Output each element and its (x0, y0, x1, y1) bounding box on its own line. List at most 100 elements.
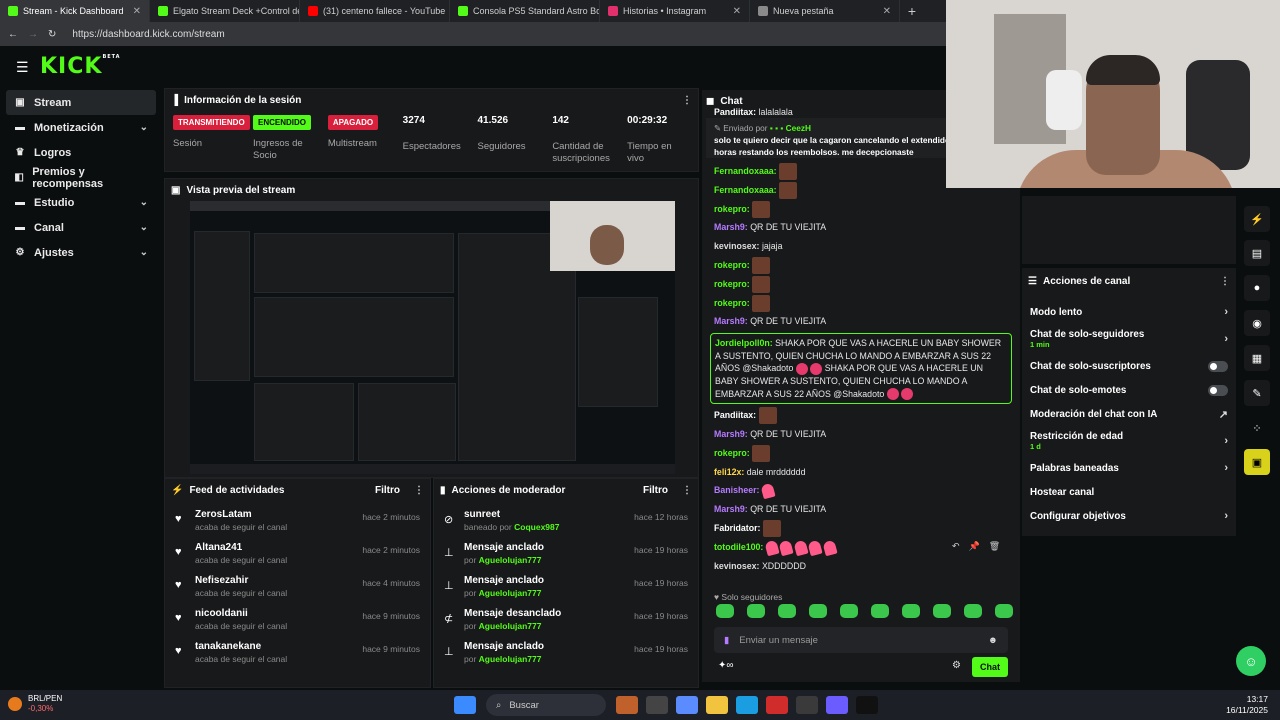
forward-icon[interactable]: → (28, 29, 38, 40)
mic-icon[interactable]: ▮ (724, 635, 729, 646)
close-icon[interactable]: ✕ (133, 6, 141, 17)
new-tab-icon[interactable]: + (900, 0, 924, 22)
sidebar-item[interactable]: ▬ Monetización ⌄ (6, 115, 156, 140)
mod-user[interactable]: Aguelolujan777 (479, 588, 542, 598)
sidebar-item[interactable]: ♛ Logros (6, 140, 156, 165)
emote-icon[interactable] (840, 604, 858, 618)
mod-user[interactable]: Aguelolujan777 (479, 555, 542, 565)
mail-icon[interactable] (766, 696, 788, 714)
mod-action-item[interactable]: ⊘ sunreet baneado por Coquex987 hace 12 hor… (434, 509, 698, 542)
mod-user[interactable]: Coquex987 (514, 522, 559, 532)
reload-icon[interactable]: ↻ (48, 29, 56, 40)
mod-action-item[interactable]: ⊥ Mensaje anclado por Aguelolujan777 hace 1… (434, 575, 698, 608)
chat-username[interactable]: Pandiitax: (714, 410, 756, 420)
chat-username[interactable]: feli12x: (714, 467, 744, 477)
mod-filter-button[interactable]: Filtro (643, 485, 668, 496)
back-icon[interactable]: ← (8, 29, 18, 40)
channel-action-item[interactable]: Palabras baneadas › (1022, 456, 1236, 480)
market-widget[interactable]: BRL/PEN -0,30% (8, 694, 62, 714)
pin-message-icon[interactable]: 📌 (969, 541, 980, 552)
windows-start-icon[interactable] (454, 696, 476, 714)
mod-user[interactable]: Aguelolujan777 (479, 654, 542, 664)
chat-username[interactable]: Marsh9: (714, 504, 748, 514)
wrench-icon[interactable]: ✎ (1244, 380, 1270, 406)
folder-icon[interactable] (706, 696, 728, 714)
channel-action-item[interactable]: Chat de solo-seguidores 1 min › (1022, 324, 1236, 354)
more-icon[interactable]: ⋮ (1220, 276, 1230, 287)
undo-icon[interactable]: ↶ (952, 541, 960, 552)
chat-username[interactable]: rokepro: (714, 260, 750, 270)
chat-username[interactable]: rokepro: (714, 298, 750, 308)
emote-icon[interactable] (871, 604, 889, 618)
chat-message[interactable]: rokepro: (702, 294, 1020, 313)
stream-preview[interactable] (190, 201, 675, 474)
close-icon[interactable]: ✕ (883, 6, 891, 17)
share-icon[interactable]: ⁘ (1244, 415, 1270, 441)
widget-icon[interactable]: ▣ (1244, 449, 1270, 475)
feed-item[interactable]: ♥ ZerosLatam acaba de seguir el canal hace … (165, 509, 430, 542)
close-icon[interactable]: ✕ (733, 6, 741, 17)
app-icon[interactable] (616, 696, 638, 714)
chat-username[interactable]: rokepro: (714, 279, 750, 289)
more-icon[interactable]: ⋮ (682, 95, 692, 106)
feed-item[interactable]: ♥ nicooldanii acaba de seguir el canal hace… (165, 608, 430, 641)
chat-message[interactable]: Fabridator: (702, 519, 1020, 538)
emote-icon[interactable] (809, 604, 827, 618)
chat-message[interactable]: Marsh9: QR DE TU VIEJITA (702, 500, 1020, 519)
browser-tab[interactable]: Elgato Stream Deck +Control de✕ (150, 0, 300, 22)
support-bubble-icon[interactable]: ☺ (1236, 646, 1266, 676)
kick-logo[interactable]: KICKBETA (40, 54, 121, 79)
doc-icon[interactable]: ▤ (1244, 240, 1270, 266)
chat-username[interactable]: rokepro: (714, 448, 750, 458)
channel-action-item[interactable]: Chat de solo-emotes (1022, 378, 1236, 402)
mod-action-item[interactable]: ⊄ Mensaje desanclado por Aguelolujan777 hac… (434, 608, 698, 641)
send-chat-button[interactable]: Chat (972, 657, 1008, 677)
emote-icon[interactable] (964, 604, 982, 618)
emote-icon[interactable] (995, 604, 1013, 618)
chat-message[interactable]: Banisheer: (702, 481, 1020, 500)
obs-icon[interactable] (856, 696, 878, 714)
sidebar-item[interactable]: ▬ Estudio ⌄ (6, 190, 156, 215)
chat-input[interactable]: ▮ Enviar un mensaje ☻ (714, 627, 1008, 653)
chat-username[interactable]: kevinosex: (714, 241, 759, 251)
sidebar-item[interactable]: ▬ Canal ⌄ (6, 215, 156, 240)
chat-message[interactable]: Pandiitax: (702, 406, 1020, 425)
system-clock[interactable]: 13:17 16/11/2025 (1226, 694, 1268, 716)
channel-action-item[interactable]: Hostear canal (1022, 480, 1236, 504)
browser-tab[interactable]: Historias • Instagram ✕ (600, 0, 750, 22)
browser-tab[interactable]: Nueva pestaña ✕ (750, 0, 900, 22)
chat-message[interactable]: kevinosex: XDDDDDD (702, 557, 1020, 576)
feed-item[interactable]: ♥ Nefisezahir acaba de seguir el canal hace… (165, 575, 430, 608)
chat-username[interactable]: rokepro: (714, 204, 750, 214)
emoji-icon[interactable]: ☻ (988, 635, 998, 646)
sidebar-item[interactable]: ◧ Premios y recompensas (6, 165, 156, 190)
chat-username[interactable]: Banisheer: (714, 485, 759, 495)
chat-username[interactable]: Fernandoxaaa: (714, 185, 777, 195)
highlighted-message[interactable]: Jordielpoll0n: SHAKA POR QUE VAS A HACER… (710, 333, 1012, 405)
sidebar-item[interactable]: ⚙ Ajustes ⌄ (6, 240, 156, 265)
chat-message[interactable]: Marsh9: QR DE TU VIEJITA (702, 312, 1020, 331)
chat-message[interactable]: rokepro: (702, 444, 1020, 463)
layers-icon[interactable]: ▦ (1244, 345, 1270, 371)
channel-action-item[interactable]: Moderación del chat con IA ↗ (1022, 402, 1236, 426)
taskview-icon[interactable] (646, 696, 668, 714)
chat-message[interactable]: rokepro: (702, 256, 1020, 275)
mod-user[interactable]: Aguelolujan777 (479, 621, 542, 631)
toggle-switch[interactable] (1208, 384, 1228, 396)
mod-action-item[interactable]: ⊥ Mensaje anclado por Aguelolujan777 hace 1… (434, 641, 698, 674)
chat-username[interactable]: Fabridator: (714, 523, 760, 533)
more-icon[interactable]: ⋮ (682, 485, 692, 496)
edge-icon[interactable] (736, 696, 758, 714)
chat-username[interactable]: Fernandoxaaa: (714, 166, 777, 176)
browser-tab[interactable]: (31) centeno fallece - YouTube✕ (300, 0, 450, 22)
channel-action-item[interactable]: Chat de solo-suscriptores (1022, 354, 1236, 378)
chat-message[interactable]: Marsh9: QR DE TU VIEJITA (702, 218, 1020, 237)
emote-icon[interactable] (778, 604, 796, 618)
emote-icon[interactable] (902, 604, 920, 618)
mod-action-item[interactable]: ⊥ Mensaje anclado por Aguelolujan777 hace 1… (434, 542, 698, 575)
broadcast-icon[interactable]: ◉ (1244, 310, 1270, 336)
chat-message[interactable]: kevinosex: jajaja (702, 237, 1020, 256)
emote-icon[interactable] (747, 604, 765, 618)
chat-bubble-icon[interactable]: ● (1244, 275, 1270, 301)
chat-username[interactable]: totodile100: (714, 542, 763, 552)
